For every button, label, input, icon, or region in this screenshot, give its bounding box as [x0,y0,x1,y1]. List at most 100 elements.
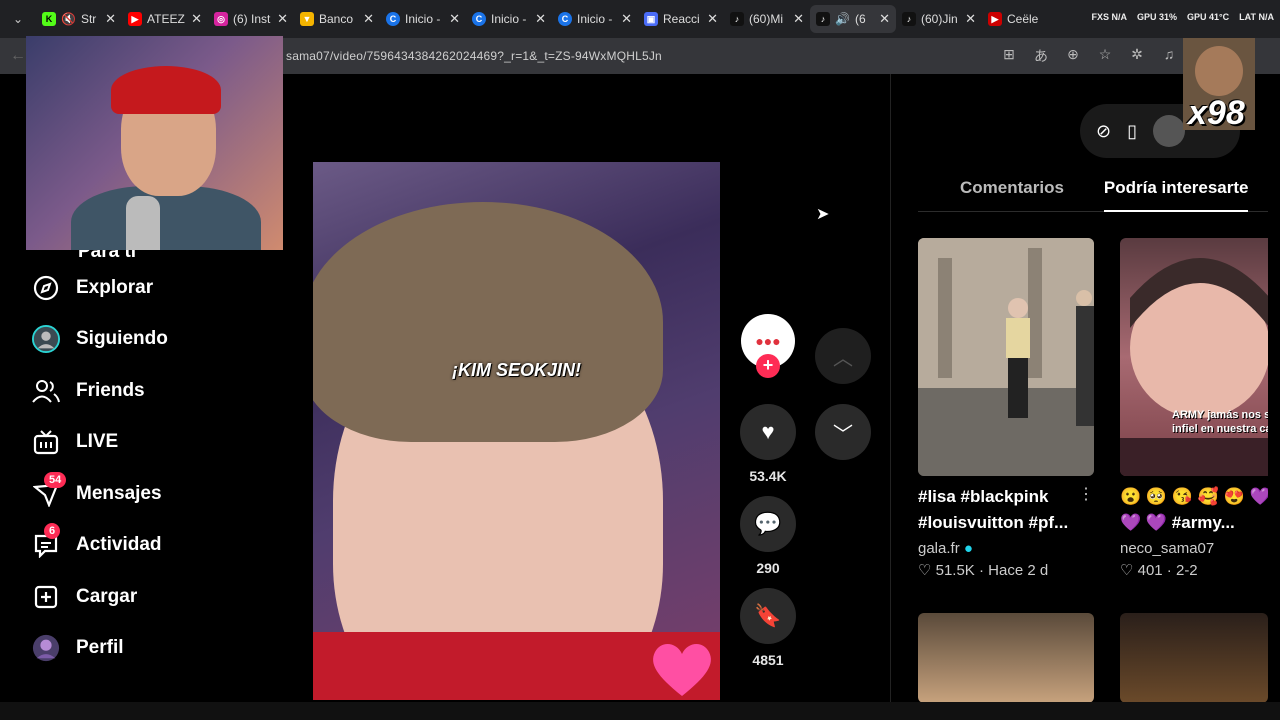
browser-tab[interactable]: ♪ (60)Mi ✕ [724,5,810,33]
card-thumbnail[interactable]: ARMY jamás nos sería infiel en nuestra c… [1120,238,1268,476]
address-bar-icons: ⊞ あ ⊕ ☆ ✲ ♫ [1000,46,1178,66]
comment-icon: 💬 [754,511,782,536]
sidebar-nav: Para ti Explorar Siguiendo Friends LIVE … [26,250,276,674]
media-control-icon[interactable]: ♫ [1160,46,1178,66]
browser-tab[interactable]: C Inicio - ✕ [380,5,466,33]
recommended-card-thumbnail[interactable] [1120,613,1268,703]
favorite-star-icon[interactable]: ☆ [1096,46,1114,66]
sidebar-item-actividad[interactable]: 6 Actividad [26,520,276,572]
muted-speaker-icon[interactable]: 🔇 [61,12,76,26]
sidebar-item-mensajes[interactable]: 54 Mensajes [26,468,276,520]
tab-comentarios[interactable]: Comentarios [960,172,1064,212]
card-thumbnail[interactable] [918,238,1094,476]
more-options-icon[interactable]: ⋮ [1078,484,1094,504]
save-button[interactable]: 🔖 [740,588,796,644]
translate-icon[interactable]: あ [1032,46,1050,66]
browser-tab[interactable]: ▣ Reacci ✕ [638,5,724,33]
system-stats-overlay: FXS N/A GPU 31% GPU 41°C LAT N/A [1091,12,1275,22]
recommended-card[interactable]: ARMY jamás nos sería infiel en nuestra c… [1120,238,1268,579]
instagram-icon: ◎ [214,12,228,26]
close-tab-icon[interactable]: ✕ [191,11,202,27]
sidebar-item-siguiendo[interactable]: Siguiendo [26,314,276,366]
follow-plus-icon[interactable]: + [756,354,780,378]
like-count: 53.4K [749,468,787,484]
recommended-card-thumbnail[interactable] [918,613,1094,703]
back-arrow-icon[interactable]: ← [10,47,26,65]
browser-tab[interactable]: ▶ Ceële [982,5,1048,33]
close-tab-icon[interactable]: ✕ [793,11,804,27]
creator-avatar-button[interactable]: ●●● + [741,314,795,378]
avatar-icon [32,325,60,354]
site-icon: C [472,12,486,26]
close-tab-icon[interactable]: ✕ [707,11,718,27]
doc-icon: ▣ [644,12,658,26]
upload-icon [32,583,60,611]
tiktok-icon: ♪ [816,12,830,26]
browser-tab[interactable]: C Inicio - ✕ [466,5,552,33]
video-actions: ●●● + ♥ 53.4K 💬 290 🔖 4851 [738,314,798,680]
browser-tab-active[interactable]: ♪ 🔊 (6 ✕ [810,5,896,33]
browser-tab[interactable]: K 🔇 Str ✕ [36,5,122,33]
coin-icon[interactable]: ⊘ [1096,121,1111,142]
kick-icon: K [42,12,56,26]
tiktok-icon: ♪ [730,12,744,26]
browser-tab[interactable]: ▶ ATEEZ ✕ [122,5,208,33]
user-avatar[interactable] [1153,115,1185,147]
next-video-button[interactable]: ﹀ [815,404,871,460]
site-icon: C [558,12,572,26]
zoom-icon[interactable]: ⊕ [1064,46,1082,66]
browser-tab-strip: ⌄ K 🔇 Str ✕ ▶ ATEEZ ✕ ◎ (6) Inst ✕ ▼ Banco ✕ C Ini… [0,0,1280,38]
close-tab-icon[interactable]: ✕ [363,11,374,27]
sidebar-item-cargar[interactable]: Cargar [26,571,276,623]
video-caption: ¡KIM SEOKJIN! [451,360,581,380]
unread-badge: 54 [44,471,67,488]
comment-button[interactable]: 💬 [740,496,796,552]
close-tab-icon[interactable]: ✕ [277,11,288,27]
chevron-down-icon: ﹀ [833,423,853,446]
tiktok-icon: ♪ [902,12,916,26]
card-stats: ♡ 51.5K · Hace 2 d [918,562,1049,579]
browser-tab[interactable]: ▼ Banco ✕ [294,5,380,33]
right-panel-tabs: Comentarios Podría interesarte [918,172,1268,212]
browser-tab[interactable]: ◎ (6) Inst ✕ [208,5,294,33]
browser-tab[interactable]: C Inicio - ✕ [552,5,638,33]
sidebar-item-for-you[interactable]: Para ti [26,250,276,262]
activity-icon: 6 [32,523,61,559]
video-player[interactable]: ¡KIM SEOKJIN! [313,162,720,700]
card-stats: ♡ 401 · 2-2 [1120,562,1198,579]
sidebar-item-live[interactable]: LIVE [26,417,276,469]
compass-icon [32,274,60,302]
extensions-icon[interactable]: ✲ [1128,46,1146,66]
phone-icon[interactable]: ▯ [1127,121,1137,142]
browser-tab[interactable]: ♪ (60)Jin ✕ [896,5,982,33]
close-tab-icon[interactable]: ✕ [449,11,460,27]
card-author[interactable]: neco_sama07 [1120,540,1268,557]
comment-count: 290 [756,560,780,576]
streamer-webcam-overlay [26,36,283,250]
close-tab-icon[interactable]: ✕ [535,11,546,27]
window-bottom-edge [0,702,1280,720]
close-tab-icon[interactable]: ✕ [621,11,632,27]
sidebar-item-explorar[interactable]: Explorar [26,262,276,314]
close-tab-icon[interactable]: ✕ [105,11,116,27]
recommended-card[interactable]: ⋮ #lisa #blackpink #louisvuitton #pf... … [918,238,1094,579]
sidebar-item-perfil[interactable]: Perfil [26,623,276,675]
bookmark-icon: 🔖 [754,603,782,628]
apps-icon[interactable]: ⊞ [1000,46,1018,66]
heart-icon: ♥ [761,419,775,444]
tab-list-chevron-icon[interactable]: ⌄ [0,0,36,38]
profile-avatar [32,634,60,662]
like-button[interactable]: ♥ [740,404,796,460]
url-field[interactable]: sama07/video/7596434384262024469?_r=1&_t… [286,49,662,63]
previous-video-button[interactable]: ︿ [815,328,871,384]
card-author[interactable]: gala.fr ● [918,540,1094,557]
close-tab-icon[interactable]: ✕ [879,11,890,27]
sidebar-item-friends[interactable]: Friends [26,365,276,417]
thumbnail-text: ARMY jamás nos sería infiel en nuestra c… [1172,409,1268,435]
youtube-icon: ▶ [988,12,1002,26]
speaker-icon[interactable]: 🔊 [835,12,850,26]
live-tv-icon [32,428,60,456]
chevron-up-icon: ︿ [833,347,853,370]
tab-podria-interesarte[interactable]: Podría interesarte [1103,172,1249,212]
close-tab-icon[interactable]: ✕ [965,11,976,27]
